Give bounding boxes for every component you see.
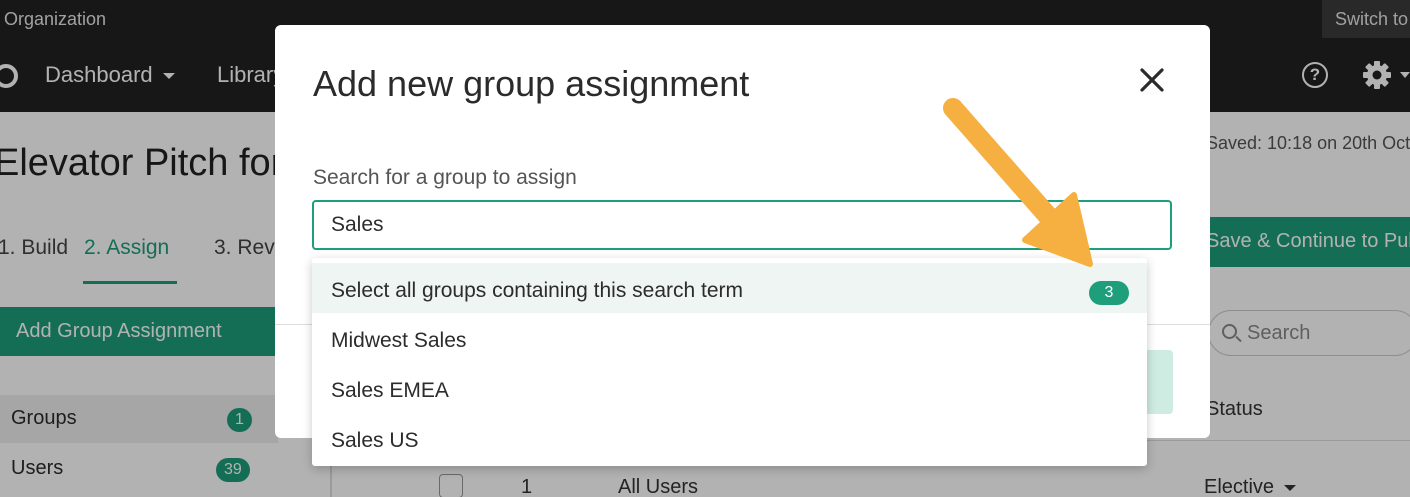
select-all-label: Select all groups containing this search… — [331, 279, 744, 302]
dropdown-option[interactable]: Midwest Sales — [312, 313, 1147, 363]
dropdown-option[interactable]: Sales US — [312, 413, 1147, 463]
search-label: Search for a group to assign — [313, 166, 577, 189]
dropdown-option[interactable]: Sales EMEA — [312, 363, 1147, 413]
group-search-dropdown: Select all groups containing this search… — [312, 258, 1147, 466]
select-all-option[interactable]: Select all groups containing this search… — [312, 263, 1147, 313]
close-icon[interactable] — [1137, 65, 1167, 95]
match-count-badge: 3 — [1089, 281, 1129, 305]
modal-title: Add new group assignment — [313, 63, 750, 104]
group-search-input[interactable] — [312, 200, 1172, 250]
